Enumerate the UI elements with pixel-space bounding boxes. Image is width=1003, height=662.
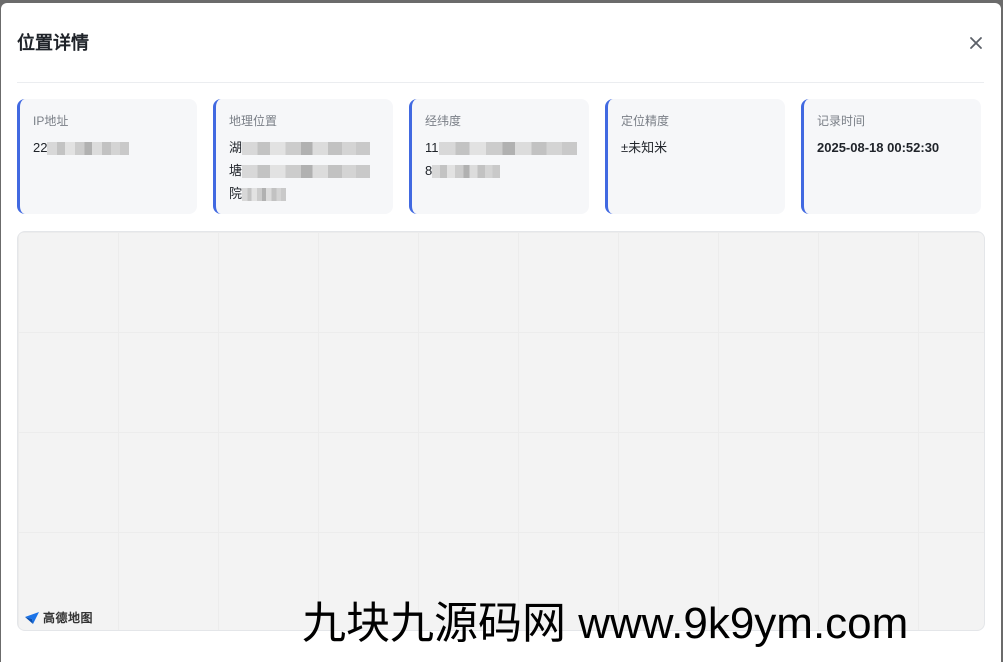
info-cards: IP地址 22 地理位置 湖 塘 院 经纬度 11 8 定位精度 ±未知米 记录… xyxy=(17,99,985,214)
watermark-text: 九块九源码网 www.9k9ym.com xyxy=(302,599,909,648)
card-record-time: 记录时间 2025-08-18 00:52:30 xyxy=(801,99,981,214)
amap-logo-icon xyxy=(25,611,39,624)
map-view[interactable]: 高德地图 xyxy=(17,231,985,631)
dialog-title: 位置详情 xyxy=(17,33,89,53)
card-value-line: 院 xyxy=(229,186,243,201)
redacted-block xyxy=(242,188,287,202)
card-value: ±未知米 xyxy=(621,136,773,159)
card-label: 经纬度 xyxy=(425,114,462,128)
card-coordinates: 经纬度 11 8 xyxy=(409,99,589,214)
card-value: 2025-08-18 00:52:30 xyxy=(817,136,969,159)
card-label: 记录时间 xyxy=(817,114,866,128)
card-geo-location: 地理位置 湖 塘 院 xyxy=(213,99,393,214)
card-value-line: 11 xyxy=(425,140,439,155)
close-icon xyxy=(970,37,982,49)
dialog-header: 位置详情 xyxy=(17,3,984,83)
card-value-line: 2025-08-18 00:52:30 xyxy=(817,140,940,155)
card-value-line: 22 xyxy=(33,140,48,155)
redacted-block xyxy=(47,142,130,156)
card-accuracy: 定位精度 ±未知米 xyxy=(605,99,785,214)
redacted-block xyxy=(432,165,501,179)
card-value-line: 塘 xyxy=(229,163,243,178)
redacted-block xyxy=(242,165,371,179)
card-value: 11 8 xyxy=(425,136,577,182)
map-provider-logo[interactable]: 高德地图 xyxy=(24,609,93,626)
card-label: 定位精度 xyxy=(621,114,670,128)
card-ip-address: IP地址 22 xyxy=(17,99,197,214)
card-label: IP地址 xyxy=(33,114,69,128)
card-value-line: ±未知米 xyxy=(621,140,668,155)
card-value: 22 xyxy=(33,136,185,159)
location-details-dialog: 位置详情 IP地址 22 地理位置 湖 塘 院 经纬度 11 8 定位精度 ±未… xyxy=(1,3,1001,662)
close-button[interactable] xyxy=(964,31,988,55)
card-label: 地理位置 xyxy=(229,114,278,128)
redacted-block xyxy=(438,142,577,156)
card-value-line: 8 xyxy=(425,163,433,178)
card-value: 湖 塘 院 xyxy=(229,136,381,205)
map-logo-text: 高德地图 xyxy=(43,611,94,625)
card-value-line: 湖 xyxy=(229,140,243,155)
redacted-block xyxy=(242,142,371,156)
